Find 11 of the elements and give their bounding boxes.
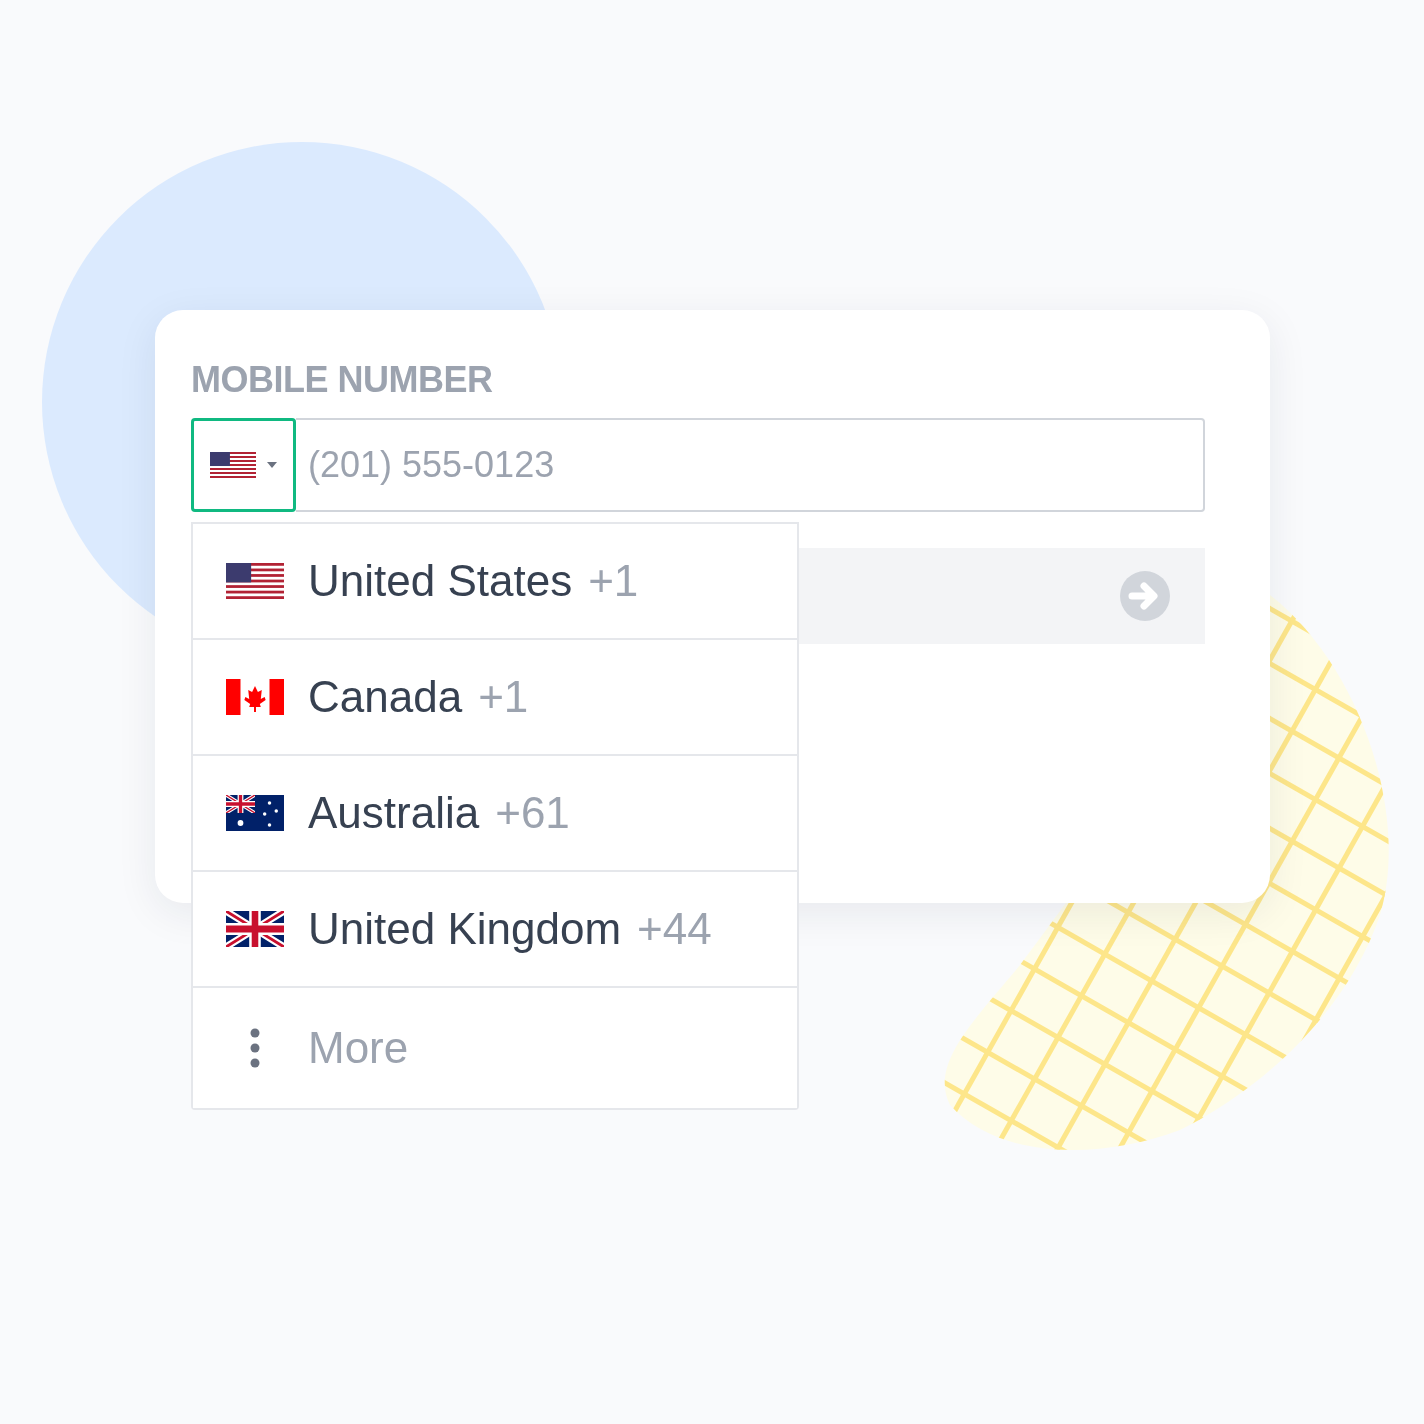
country-selector[interactable] — [191, 418, 296, 512]
more-vertical-icon — [250, 1028, 260, 1068]
flag-icon — [226, 795, 284, 831]
flag-icon — [226, 679, 284, 715]
phone-input-field[interactable]: (201) 555-0123 — [296, 418, 1205, 512]
flag-icon — [209, 452, 256, 478]
flag-icon — [226, 563, 284, 599]
arrow-right-circle-icon — [1119, 570, 1171, 622]
flag-icon — [226, 911, 284, 947]
field-label: MOBILE NUMBER — [191, 362, 494, 398]
caret-icon — [265, 461, 278, 469]
